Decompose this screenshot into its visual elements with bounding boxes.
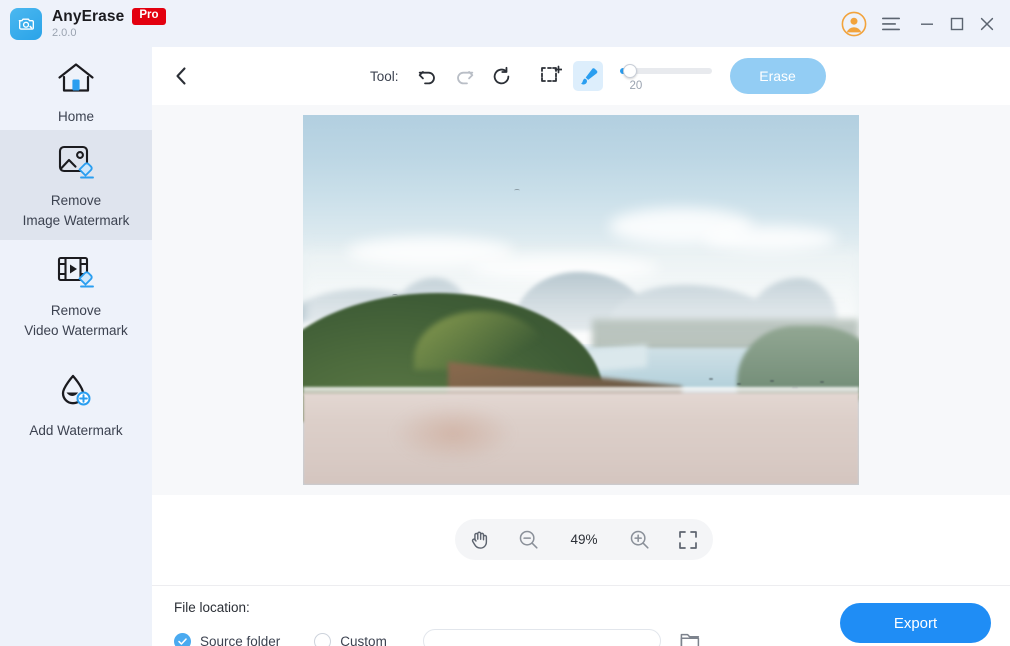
hamburger-menu-icon[interactable] (876, 9, 906, 39)
export-button[interactable]: Export (840, 603, 991, 643)
slider-thumb[interactable] (622, 64, 637, 78)
app-name: AnyErase (52, 7, 125, 25)
close-icon[interactable] (972, 9, 1002, 39)
zoom-in-icon[interactable] (622, 523, 656, 557)
back-button[interactable] (164, 59, 198, 93)
canvas-area[interactable] (152, 105, 1010, 495)
brush-size-value: 20 (629, 80, 643, 92)
hand-pan-icon[interactable] (463, 523, 497, 557)
brush-size-slider[interactable]: 20 (619, 57, 712, 95)
photo-boat (770, 379, 775, 382)
sidebar: Home Remove Image Watermark Remove Video… (0, 47, 152, 646)
sidebar-item-remove-image-watermark[interactable]: Remove Image Watermark (0, 130, 152, 240)
camera-logo-icon (10, 7, 42, 40)
folder-icon[interactable] (677, 628, 703, 646)
radio-source-folder[interactable] (174, 632, 191, 646)
photo-ledge-shadow (391, 403, 515, 463)
home-icon (56, 56, 96, 100)
erase-button[interactable]: Erase (729, 58, 826, 94)
sidebar-item-home[interactable]: Home (0, 47, 152, 130)
custom-path-input[interactable] (422, 629, 661, 646)
user-account-icon[interactable] (840, 10, 868, 38)
marquee-add-icon[interactable] (536, 61, 566, 91)
tool-cluster: Tool: 20 Erase (370, 47, 826, 105)
app-window: AnyErase Pro 2.0.0 Home Remove Image Wat… (0, 0, 1010, 646)
maximize-icon[interactable] (942, 9, 972, 39)
photo-bird (391, 294, 398, 297)
bottom-panel: File location: Source folder Custom Expo… (152, 586, 1010, 646)
tool-label: Tool: (370, 68, 399, 84)
sidebar-item-add-watermark[interactable]: Add Watermark (0, 350, 152, 460)
minimize-icon[interactable] (912, 9, 942, 39)
photo-boat (736, 383, 741, 386)
reset-icon[interactable] (487, 61, 517, 91)
photo-boat (708, 377, 713, 380)
sidebar-item-remove-video-watermark[interactable]: Remove Video Watermark (0, 240, 152, 350)
app-version: 2.0.0 (52, 26, 77, 39)
sidebar-item-label: Home (57, 109, 94, 125)
photo-bird (514, 189, 521, 192)
video-eraser-icon (55, 250, 97, 294)
zoom-level: 49% (570, 532, 598, 547)
droplet-plus-icon (56, 370, 96, 414)
radio-custom[interactable] (314, 632, 332, 646)
redo-icon[interactable] (450, 61, 480, 91)
brush-icon[interactable] (572, 61, 603, 91)
image-eraser-icon (55, 140, 97, 184)
radio-label-custom[interactable]: Custom (340, 634, 387, 646)
editing-photo[interactable] (303, 115, 859, 485)
brand-block: AnyErase Pro 2.0.0 (52, 8, 166, 39)
file-location-label: File location: (174, 600, 250, 615)
photo-foreground-ledge (303, 392, 859, 485)
undo-icon[interactable] (413, 61, 443, 91)
editor-toolbar: Tool: 20 Erase (152, 47, 1010, 105)
sidebar-item-label: Remove Image Watermark (22, 192, 130, 228)
radio-label-source-folder[interactable]: Source folder (200, 634, 280, 646)
fit-to-screen-icon[interactable] (671, 523, 705, 557)
sidebar-item-label: Remove Video Watermark (24, 302, 128, 338)
zoom-toolbar: 49% (455, 519, 713, 560)
zoom-out-icon[interactable] (512, 523, 546, 557)
title-bar: AnyErase Pro 2.0.0 (0, 0, 1010, 47)
file-location-options: Source folder Custom (174, 628, 703, 646)
pro-badge: Pro (132, 8, 166, 25)
sidebar-item-label: Add Watermark (29, 422, 123, 438)
